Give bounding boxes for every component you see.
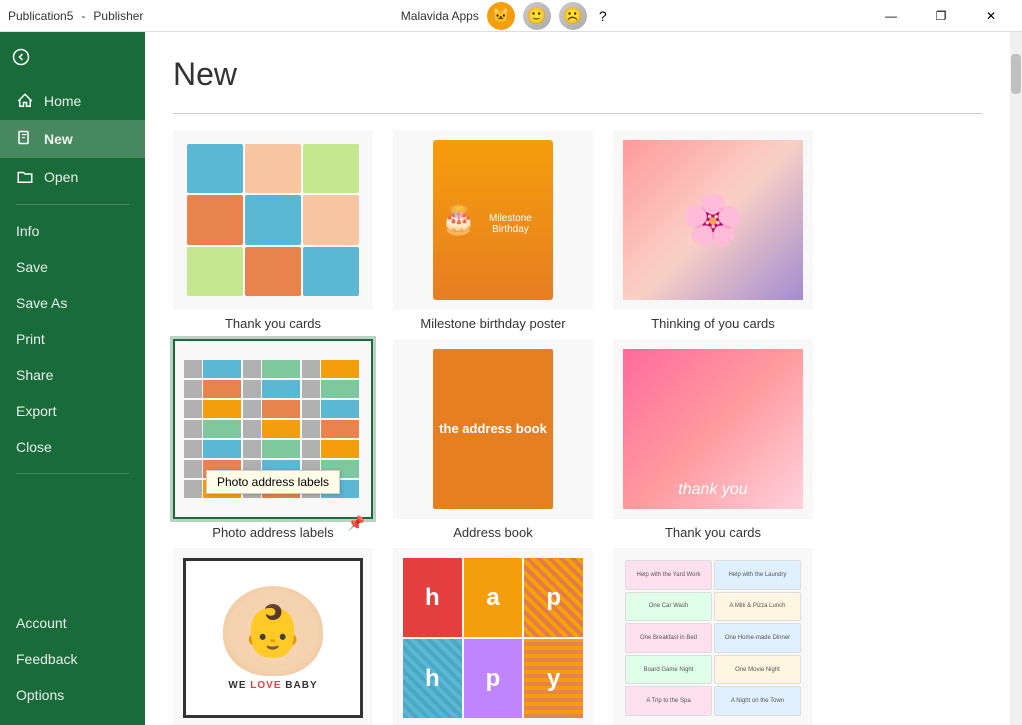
title-bar: Publication5 - Publisher Malavida Apps 🐱…	[0, 0, 1022, 32]
sidebar-info-label: Info	[16, 223, 39, 239]
new-icon	[16, 130, 34, 148]
section-divider	[173, 113, 982, 114]
sidebar-item-export[interactable]: Export	[0, 393, 145, 429]
template-label-thank-cards-2: Thank you cards	[665, 525, 761, 540]
main-content: New T	[145, 32, 1010, 725]
home-icon	[16, 92, 34, 110]
sidebar-save-as-label: Save As	[16, 295, 67, 311]
template-card-thank-cards-2[interactable]: thank you Thank you cards	[613, 339, 813, 540]
help-icon[interactable]: ?	[595, 8, 611, 24]
open-icon	[16, 168, 34, 186]
template-label-thank-you-cards: Thank you cards	[225, 316, 321, 331]
tooltip-photo-address-labels: Photo address labels	[206, 470, 340, 494]
template-row-2: Photo address labels 📌 Photo address lab…	[173, 339, 982, 540]
birthday-coupons-image: Help with the Yard Work Help with the La…	[623, 558, 803, 718]
template-row-1: Thank you cards 🎂 Milestone Birthday Mil…	[173, 130, 982, 331]
milestone-birthday-image: 🎂 Milestone Birthday	[433, 140, 553, 300]
template-thumb-thank-you-cards	[173, 130, 373, 310]
sidebar-export-label: Export	[16, 403, 56, 419]
sidebar-share-label: Share	[16, 367, 53, 383]
template-thumb-thank-cards-2: thank you	[613, 339, 813, 519]
sidebar-divider-2	[16, 473, 129, 474]
sidebar-home-label: Home	[44, 93, 81, 109]
thinking-of-you-image: 🌸	[623, 140, 803, 300]
app-body: Home New Open Info Save	[0, 32, 1022, 725]
sidebar-open-label: Open	[44, 169, 78, 185]
template-thumb-thinking-of-you: 🌸	[613, 130, 813, 310]
scrollbar[interactable]	[1010, 32, 1022, 725]
title-bar-center: Publication5 - Publisher	[8, 9, 143, 23]
sidebar-new-label: New	[44, 131, 73, 147]
sidebar-account-label: Account	[16, 615, 67, 631]
close-button[interactable]: ✕	[968, 0, 1014, 32]
app-name: Publisher	[93, 9, 143, 23]
address-book-image: the address book	[433, 349, 553, 509]
template-thumb-birthday-coupons: Help with the Yard Work Help with the La…	[613, 548, 813, 725]
emoji-sad-icon: ☹️	[559, 2, 587, 30]
file-title: Publication5	[8, 9, 73, 23]
address-book-text: the address book	[439, 420, 547, 438]
baby-album-image: 👶 WE LOVE BABY	[183, 558, 363, 718]
pl-row-1	[184, 360, 362, 378]
thank-you-text: thank you	[678, 481, 747, 499]
sidebar-feedback-label: Feedback	[16, 651, 77, 667]
sidebar-item-save-as[interactable]: Save As	[0, 285, 145, 321]
sidebar-item-close[interactable]: Close	[0, 429, 145, 465]
baby-face: 👶	[223, 586, 323, 676]
sidebar-item-open[interactable]: Open	[0, 158, 145, 196]
sidebar-back-button[interactable]	[0, 32, 145, 82]
template-label-address-book: Address book	[453, 525, 533, 540]
title-bar-controls[interactable]: — ❐ ✕	[868, 0, 1014, 32]
template-card-event-banner[interactable]: h a p h p y Event banner	[393, 548, 593, 725]
sidebar-save-label: Save	[16, 259, 48, 275]
sidebar-close-label: Close	[16, 439, 52, 455]
template-card-birthday-coupons[interactable]: Help with the Yard Work Help with the La…	[613, 548, 813, 725]
title-bar-icons: Malavida Apps 🐱 🙂 ☹️ ?	[401, 2, 611, 30]
template-card-address-book[interactable]: the address book Address book	[393, 339, 593, 540]
sidebar-item-print[interactable]: Print	[0, 321, 145, 357]
template-card-thinking-of-you[interactable]: 🌸 Thinking of you cards	[613, 130, 813, 331]
sidebar-item-feedback[interactable]: Feedback	[0, 641, 145, 677]
sidebar-divider-1	[16, 204, 129, 205]
sidebar-item-share[interactable]: Share	[0, 357, 145, 393]
malavida-icon: 🐱	[487, 2, 515, 30]
scrollbar-thumb[interactable]	[1011, 54, 1021, 94]
sidebar-nav: Home New Open Info Save	[0, 82, 145, 605]
sidebar: Home New Open Info Save	[0, 32, 145, 725]
sidebar-print-label: Print	[16, 331, 45, 347]
template-card-milestone-birthday[interactable]: 🎂 Milestone Birthday Milestone birthday …	[393, 130, 593, 331]
minimize-button[interactable]: —	[868, 0, 914, 32]
sidebar-item-home[interactable]: Home	[0, 82, 145, 120]
malavida-label: Malavida Apps	[401, 9, 479, 23]
template-label-thinking-of-you: Thinking of you cards	[651, 316, 775, 331]
maximize-button[interactable]: ❐	[918, 0, 964, 32]
template-card-thank-you-cards[interactable]: Thank you cards	[173, 130, 373, 331]
baby-text: WE LOVE BABY	[228, 680, 317, 691]
sidebar-item-account[interactable]: Account	[0, 605, 145, 641]
sidebar-item-new[interactable]: New	[0, 120, 145, 158]
template-label-milestone-birthday: Milestone birthday poster	[420, 316, 565, 331]
thank-cards-2-image: thank you	[623, 349, 803, 509]
sidebar-item-options[interactable]: Options	[0, 677, 145, 713]
template-thumb-baby-photo-album: 👶 WE LOVE BABY	[173, 548, 373, 725]
template-thumb-address-book: the address book	[393, 339, 593, 519]
sidebar-item-info[interactable]: Info	[0, 213, 145, 249]
event-banner-image: h a p h p y	[403, 558, 583, 718]
emoji-happy-icon: 🙂	[523, 2, 551, 30]
back-icon	[12, 48, 30, 66]
pin-icon[interactable]: 📌	[348, 515, 365, 532]
template-thumb-milestone-birthday: 🎂 Milestone Birthday	[393, 130, 593, 310]
sidebar-options-label: Options	[16, 687, 64, 703]
template-card-photo-address-labels[interactable]: Photo address labels 📌 Photo address lab…	[173, 339, 373, 540]
template-card-baby-photo-album[interactable]: 👶 WE LOVE BABY Baby photo album	[173, 548, 373, 725]
template-thumb-event-banner: h a p h p y	[393, 548, 593, 725]
title-separator: -	[81, 9, 85, 23]
template-label-photo-address-labels: Photo address labels	[212, 525, 333, 540]
thank-you-cards-image	[183, 140, 363, 300]
page-title: New	[173, 56, 982, 93]
sidebar-item-save[interactable]: Save	[0, 249, 145, 285]
template-row-3: 👶 WE LOVE BABY Baby photo album h a p	[173, 548, 982, 725]
sidebar-bottom: Account Feedback Options	[0, 605, 145, 725]
